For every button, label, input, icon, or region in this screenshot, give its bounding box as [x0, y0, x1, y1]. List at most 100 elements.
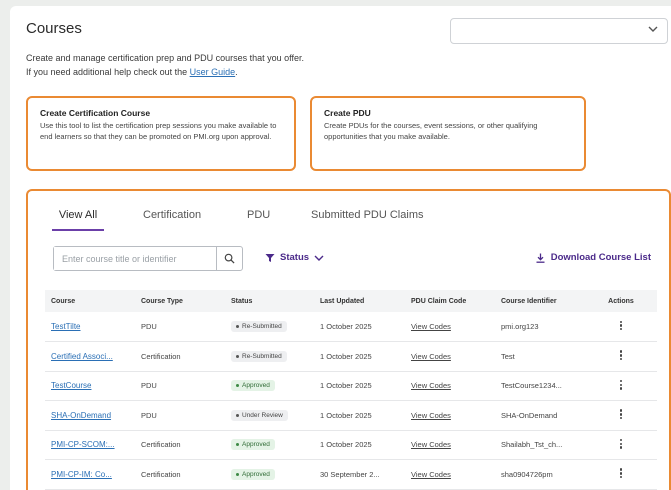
- kebab-menu-icon[interactable]: [619, 408, 623, 420]
- download-icon: [536, 253, 545, 263]
- course-cell: PMI-CP-IM: Co...: [45, 459, 135, 490]
- course-link[interactable]: SHA-OnDemand: [51, 411, 111, 420]
- actions-cell: [585, 430, 657, 460]
- intro-text: Create and manage certification prep and…: [26, 51, 304, 79]
- view-codes-link[interactable]: View Codes: [411, 322, 451, 331]
- table-row: PMI-CP-IM: Co... Certification Approved …: [45, 459, 657, 490]
- course-type-cell: PDU: [135, 312, 225, 342]
- tab-certification[interactable]: Certification: [143, 209, 201, 229]
- course-cell: PMI-CP-SCOM:...: [45, 430, 135, 460]
- search-button[interactable]: [216, 247, 242, 270]
- kebab-menu-icon[interactable]: [619, 319, 623, 331]
- download-label: Download Course List: [550, 252, 651, 263]
- last-updated-cell: 30 September 2...: [314, 459, 405, 490]
- table-row: Certified Associ... Certification Re-Sub…: [45, 341, 657, 372]
- status-dot: [236, 325, 239, 328]
- kebab-menu-icon[interactable]: [619, 349, 623, 361]
- status-cell: Approved: [225, 459, 314, 490]
- course-identifier-cell: sha0904726pm: [495, 459, 585, 490]
- course-link[interactable]: TestCourse: [51, 381, 91, 390]
- column-header-course-identifier[interactable]: Course Identifier: [495, 290, 585, 312]
- course-identifier-cell: TestCourse1234...: [495, 371, 585, 401]
- column-header-last-updated[interactable]: Last Updated: [314, 290, 405, 312]
- courses-panel: View All Certification PDU Submitted PDU…: [26, 189, 671, 490]
- view-codes-link[interactable]: View Codes: [411, 470, 451, 479]
- course-identifier-cell: SHA-OnDemand: [495, 400, 585, 431]
- courses-table: Course Course Type Status Last Updated P…: [45, 290, 657, 490]
- intro-line-2-suffix: .: [235, 67, 238, 77]
- status-dot: [236, 413, 239, 417]
- course-link[interactable]: TestTilte: [51, 322, 81, 331]
- account-select[interactable]: [450, 18, 668, 44]
- course-identifier-cell: pmi.org123: [495, 312, 585, 342]
- last-updated-cell: 1 October 2025: [314, 371, 405, 401]
- course-identifier-cell: Shailabh_Tst_ch...: [495, 430, 585, 460]
- status-badge: Re-Submitted: [231, 350, 287, 362]
- view-codes-link[interactable]: View Codes: [411, 440, 451, 449]
- course-link[interactable]: PMI-CP-SCOM:...: [51, 440, 115, 449]
- status-cell: Re-Submitted: [225, 312, 314, 342]
- kebab-menu-icon[interactable]: [619, 379, 623, 391]
- column-header-status[interactable]: Status: [225, 290, 314, 312]
- status-cell: Approved: [225, 430, 314, 460]
- kebab-menu-icon[interactable]: [619, 467, 623, 479]
- pdu-claim-code-cell: View Codes: [405, 312, 495, 342]
- course-type-cell: PDU: [135, 400, 225, 431]
- status-text: Approved: [242, 441, 270, 449]
- status-dot: [236, 354, 239, 358]
- status-filter-label: Status: [280, 252, 310, 263]
- course-link[interactable]: PMI-CP-IM: Co...: [51, 470, 112, 479]
- actions-cell: [585, 459, 657, 490]
- status-filter[interactable]: Status: [265, 252, 324, 263]
- card-body: Create PDUs for the courses, event sessi…: [324, 121, 538, 141]
- pdu-claim-code-cell: View Codes: [405, 341, 495, 372]
- chevron-down-icon: [648, 26, 658, 32]
- column-header-course[interactable]: Course: [45, 290, 135, 312]
- card-body: Use this tool to list the certification …: [40, 121, 277, 141]
- view-codes-link[interactable]: View Codes: [411, 352, 451, 361]
- create-pdu-card[interactable]: Create PDU Create PDUs for the courses, …: [310, 96, 586, 171]
- search-icon: [224, 253, 235, 264]
- table-row: SHA-OnDemand PDU Under Review 1 October …: [45, 400, 657, 431]
- course-cell: TestCourse: [45, 371, 135, 401]
- status-badge: Under Review: [231, 409, 288, 421]
- status-text: Under Review: [242, 411, 283, 419]
- course-search: [53, 246, 243, 271]
- view-codes-link[interactable]: View Codes: [411, 381, 451, 390]
- column-header-course-type[interactable]: Course Type: [135, 290, 225, 312]
- column-header-pdu-claim-code[interactable]: PDU Claim Code: [405, 290, 495, 312]
- status-dot: [236, 443, 239, 447]
- status-text: Approved: [242, 470, 270, 478]
- actions-cell: [585, 371, 657, 401]
- search-input[interactable]: [54, 247, 216, 270]
- chevron-down-icon: [314, 255, 324, 261]
- tab-pdu[interactable]: PDU: [247, 209, 270, 229]
- course-cell: SHA-OnDemand: [45, 400, 135, 431]
- status-cell: Approved: [225, 371, 314, 401]
- view-codes-link[interactable]: View Codes: [411, 411, 451, 420]
- status-text: Re-Submitted: [242, 352, 282, 360]
- tab-view-all[interactable]: View All: [52, 209, 104, 231]
- actions-cell: [585, 312, 657, 342]
- status-dot: [236, 384, 239, 388]
- course-type-cell: Certification: [135, 430, 225, 460]
- courses-page: Courses Create and manage certification …: [10, 6, 671, 490]
- pdu-claim-code-cell: View Codes: [405, 430, 495, 460]
- table-row: TestCourse PDU Approved 1 October 2025 V…: [45, 371, 657, 401]
- course-link[interactable]: Certified Associ...: [51, 352, 113, 361]
- last-updated-cell: 1 October 2025: [314, 312, 405, 342]
- status-badge: Approved: [231, 439, 275, 451]
- create-certification-course-card[interactable]: Create Certification Course Use this too…: [26, 96, 296, 171]
- table-header-row: Course Course Type Status Last Updated P…: [45, 290, 657, 312]
- download-course-list-button[interactable]: Download Course List: [536, 252, 651, 263]
- kebab-menu-icon[interactable]: [619, 438, 623, 450]
- tab-submitted-pdu-claims[interactable]: Submitted PDU Claims: [311, 209, 423, 229]
- pdu-claim-code-cell: View Codes: [405, 371, 495, 401]
- column-header-actions: Actions: [585, 290, 657, 312]
- actions-cell: [585, 341, 657, 372]
- user-guide-link[interactable]: User Guide: [190, 67, 236, 77]
- status-cell: Re-Submitted: [225, 341, 314, 372]
- intro-line-1: Create and manage certification prep and…: [26, 53, 304, 63]
- course-type-cell: PDU: [135, 371, 225, 401]
- status-cell: Under Review: [225, 400, 314, 431]
